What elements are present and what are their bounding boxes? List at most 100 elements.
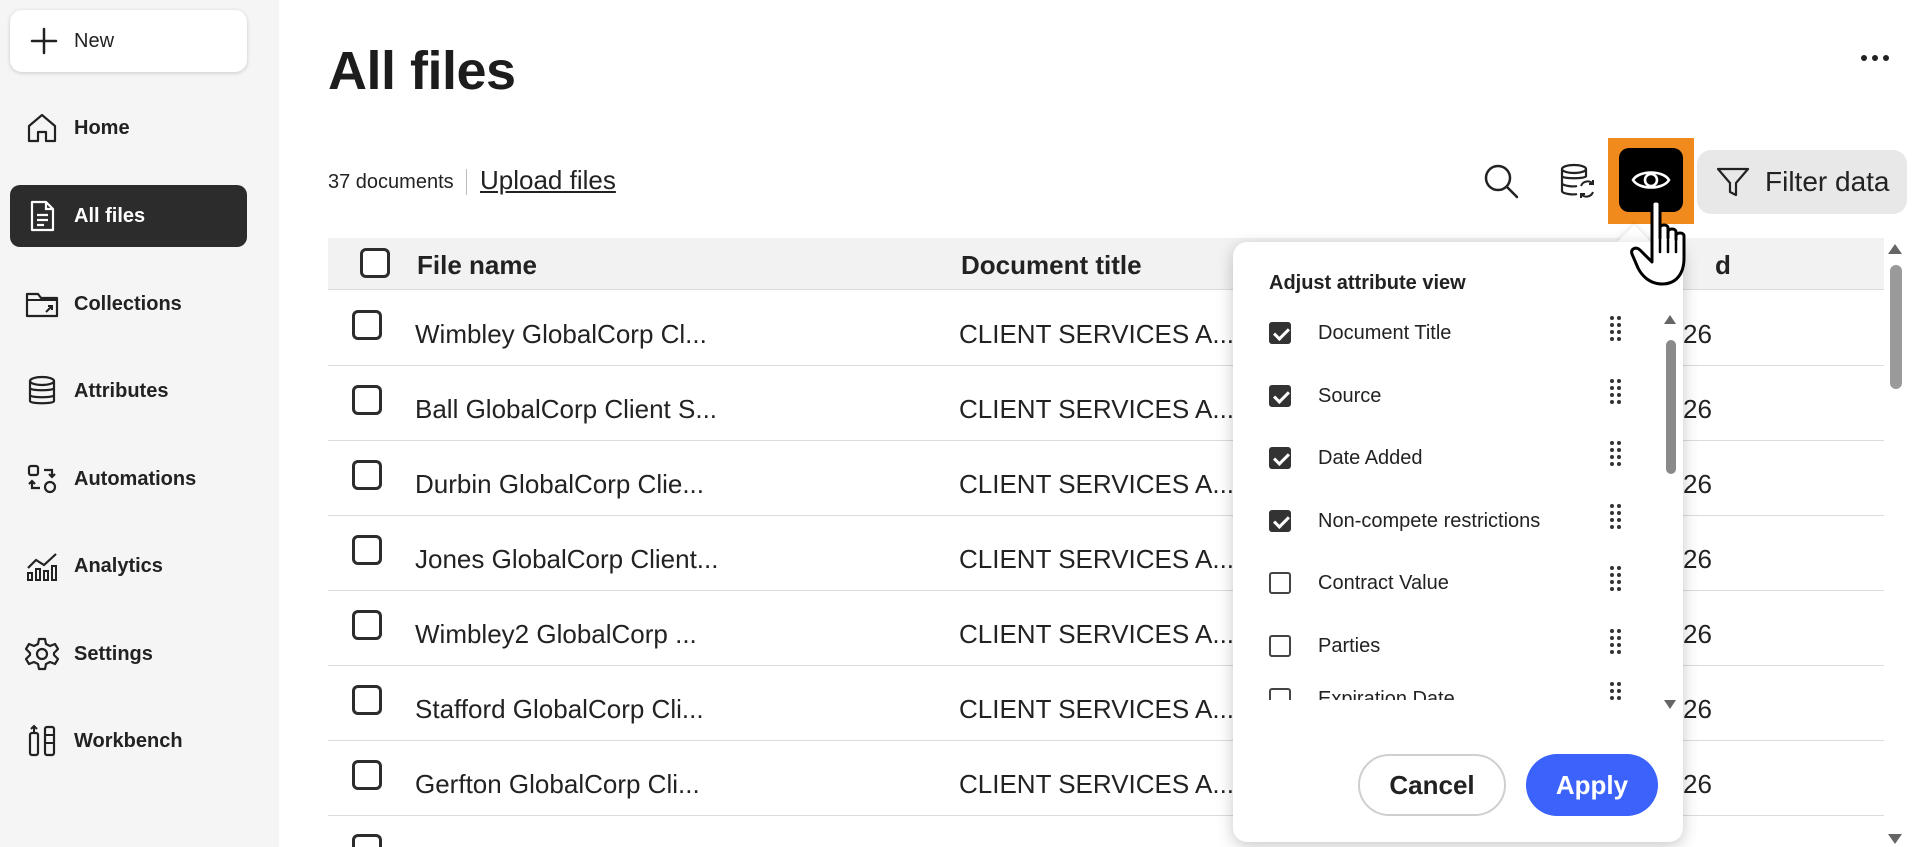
more-dot-icon [1872, 55, 1878, 61]
new-button-label: New [74, 29, 115, 52]
file-name-cell[interactable]: Gerfton GlobalCorp Cli... [415, 769, 700, 800]
new-button[interactable]: New [10, 10, 247, 72]
database-sync-icon [1560, 163, 1594, 198]
sidebar-item-all-files[interactable]: All files [10, 185, 247, 247]
sidebar-item-attributes[interactable]: Attributes [10, 360, 247, 422]
date-cell: 26 [1683, 769, 1712, 799]
attribute-checkbox[interactable] [1269, 510, 1291, 532]
row-checkbox[interactable] [352, 760, 382, 790]
row-checkbox[interactable] [352, 385, 382, 415]
drag-handle-icon[interactable] [1610, 504, 1624, 530]
drag-handle-icon[interactable] [1610, 379, 1624, 405]
drag-handle-icon[interactable] [1610, 629, 1624, 655]
attribute-item[interactable]: Document Title [1233, 310, 1653, 360]
document-title-cell: CLIENT SERVICES A... [959, 769, 1235, 799]
drag-handle-icon[interactable] [1610, 566, 1624, 592]
file-name-cell[interactable]: Stafford GlobalCorp Cli... [415, 694, 704, 725]
date-cell: 26 [1683, 694, 1712, 724]
date-cell: 26 [1683, 319, 1712, 349]
drag-handle-icon[interactable] [1610, 441, 1624, 467]
table-scrollbar-thumb[interactable] [1890, 265, 1902, 389]
document-title-cell: CLIENT SERVICES A... [959, 394, 1235, 424]
more-dot-icon [1883, 55, 1889, 61]
date-cell: 26 [1683, 619, 1712, 649]
scroll-down-arrow-icon[interactable] [1888, 834, 1902, 844]
more-options-button[interactable] [1853, 40, 1897, 76]
automation-icon [27, 464, 57, 494]
attribute-label: Non-compete restrictions [1318, 510, 1541, 532]
apply-button[interactable]: Apply [1526, 754, 1658, 816]
drag-handle-icon[interactable] [1610, 316, 1624, 342]
eye-icon [1631, 171, 1671, 189]
filter-data-button[interactable]: Filter data [1697, 150, 1907, 214]
popover-title: Adjust attribute view [1269, 272, 1466, 294]
home-icon [27, 113, 57, 143]
drag-handle-icon[interactable] [1610, 682, 1624, 700]
attribute-checkbox[interactable] [1269, 447, 1291, 469]
sidebar-item-home[interactable]: Home [10, 97, 247, 159]
file-name-cell[interactable]: Jones GlobalCorp Client... [415, 544, 718, 575]
refresh-attributes-button[interactable] [1550, 154, 1604, 208]
column-header-file-name[interactable]: File name [417, 250, 537, 281]
document-title-cell: CLIENT SERVICES A... [959, 469, 1235, 499]
row-checkbox[interactable] [352, 685, 382, 715]
attribute-label: Source [1318, 385, 1382, 407]
workbench-icon [28, 724, 56, 757]
row-checkbox[interactable] [352, 610, 382, 640]
row-checkbox[interactable] [352, 460, 382, 490]
sidebar-item-automations[interactable]: Automations [10, 448, 247, 510]
sidebar-item-label: Workbench [74, 729, 183, 752]
attribute-item[interactable]: Non-compete restrictions [1233, 498, 1653, 548]
sidebar-item-label: Attributes [74, 379, 169, 402]
chart-icon [27, 553, 57, 581]
row-checkbox[interactable] [352, 834, 382, 847]
search-button[interactable] [1474, 154, 1528, 208]
attribute-item[interactable]: Expiration Date [1233, 678, 1653, 700]
scroll-up-arrow-icon[interactable] [1888, 244, 1902, 254]
attribute-item[interactable]: Date Added [1233, 435, 1653, 485]
sidebar-item-workbench[interactable]: Workbench [10, 710, 247, 772]
sidebar-item-collections[interactable]: Collections [10, 273, 247, 335]
attribute-item[interactable]: Source [1233, 373, 1653, 423]
date-cell: 26 [1683, 469, 1712, 499]
sidebar-item-analytics[interactable]: Analytics [10, 535, 247, 597]
cancel-button[interactable]: Cancel [1358, 754, 1506, 816]
filter-data-label: Filter data [1765, 166, 1890, 197]
attribute-item[interactable]: Contract Value [1233, 560, 1653, 610]
attribute-checkbox[interactable] [1269, 385, 1291, 407]
row-checkbox[interactable] [352, 535, 382, 565]
sidebar-item-label: Analytics [74, 554, 163, 577]
popover-scrollbar-thumb[interactable] [1666, 340, 1676, 474]
page-title: All files [328, 41, 516, 101]
database-icon [28, 375, 56, 405]
document-title-cell: CLIENT SERVICES A... [959, 619, 1235, 649]
popover-scroll-down-icon[interactable] [1664, 700, 1676, 709]
file-name-cell[interactable]: Durbin GlobalCorp Clie... [415, 469, 704, 500]
file-name-cell[interactable]: Wimbley2 GlobalCorp ... [415, 619, 697, 650]
document-title-cell: CLIENT SERVICES A... [959, 319, 1235, 349]
attribute-label: Date Added [1318, 447, 1423, 469]
attribute-list: Document Title Source Date Added Non-com… [1233, 302, 1683, 560]
file-name-cell[interactable]: Wimbley GlobalCorp Cl... [415, 319, 707, 350]
row-checkbox[interactable] [352, 310, 382, 340]
attribute-checkbox[interactable] [1269, 572, 1291, 594]
column-header-date[interactable]: d [1715, 250, 1731, 281]
attribute-label: Document Title [1318, 322, 1452, 344]
attribute-checkbox[interactable] [1269, 635, 1291, 657]
attribute-label: Expiration Date [1318, 688, 1455, 700]
attribute-list-continued: Contract Value Parties Expiration Date [1233, 560, 1683, 700]
popover-scroll-up-icon[interactable] [1664, 315, 1676, 324]
sidebar: New Home All files Collections Attribute… [0, 0, 279, 847]
attribute-item[interactable]: Parties [1233, 623, 1653, 673]
sidebar-item-settings[interactable]: Settings [10, 623, 247, 685]
sidebar-item-label: Automations [74, 467, 197, 490]
attribute-checkbox[interactable] [1269, 322, 1291, 344]
date-cell: 26 [1683, 394, 1712, 424]
column-header-document-title[interactable]: Document title [961, 250, 1142, 281]
select-all-checkbox[interactable] [360, 248, 390, 278]
attribute-checkbox[interactable] [1269, 688, 1291, 700]
upload-files-link[interactable]: Upload files [480, 165, 616, 196]
file-name-cell[interactable]: Ball GlobalCorp Client S... [415, 394, 717, 425]
document-count: 37 documents [328, 171, 454, 193]
date-cell: 26 [1683, 544, 1712, 574]
